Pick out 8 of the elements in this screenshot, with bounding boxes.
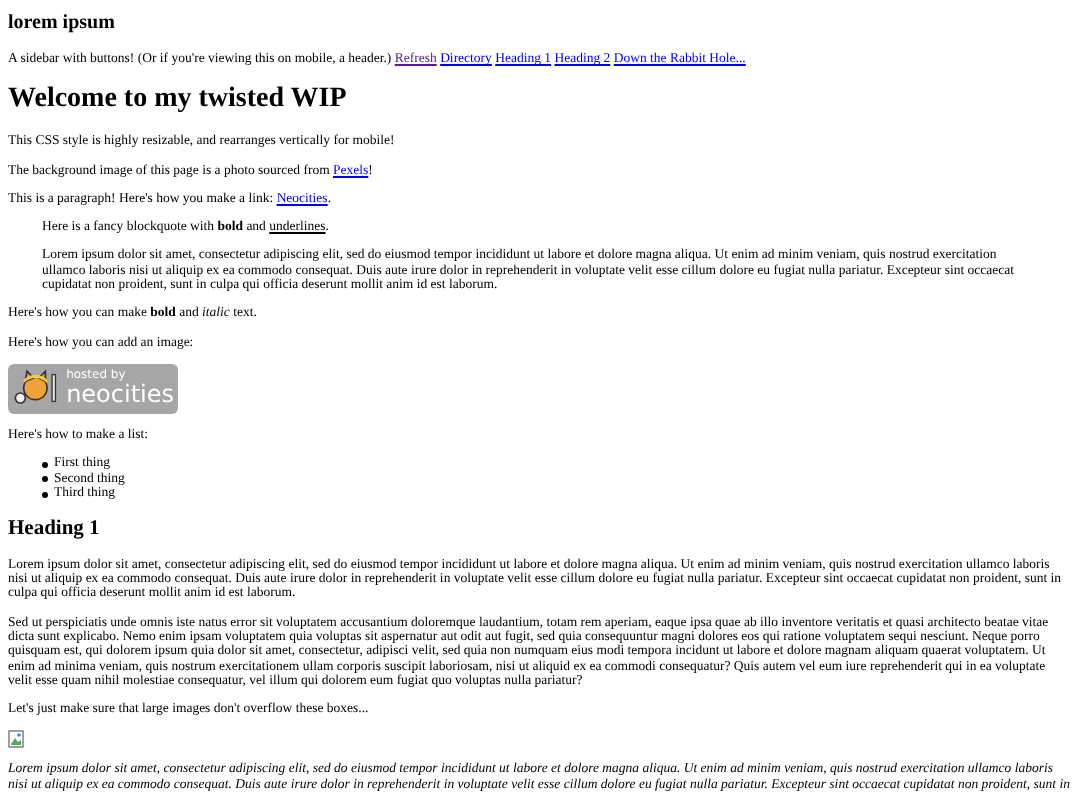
bullet-icon bbox=[42, 476, 48, 483]
page-heading: Welcome to my twisted WIP bbox=[8, 84, 349, 117]
badge-wordmark: neocities bbox=[66, 382, 174, 407]
site-title: lorem ipsum bbox=[8, 12, 117, 36]
bullet-icon bbox=[42, 491, 48, 498]
broken-image-icon bbox=[8, 730, 24, 749]
section-heading: Heading 1 bbox=[8, 517, 102, 542]
bullet-icon bbox=[42, 461, 48, 468]
